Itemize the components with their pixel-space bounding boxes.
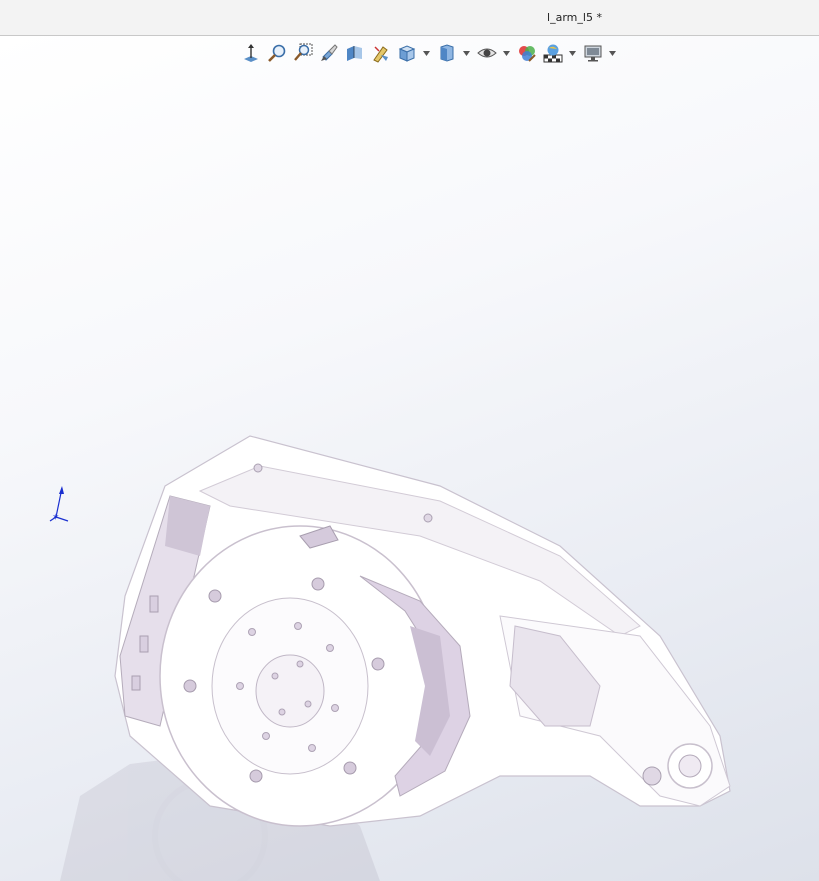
hide-show-items-dropdown-icon[interactable] xyxy=(502,42,510,64)
apply-scene-icon[interactable] xyxy=(542,42,564,64)
hide-show-items-icon[interactable] xyxy=(476,42,498,64)
previous-view-icon[interactable] xyxy=(318,42,340,64)
view-orientation-dropdown-icon[interactable] xyxy=(422,42,430,64)
view-settings-icon[interactable] xyxy=(582,42,604,64)
document-title: l_arm_l5 * xyxy=(547,11,602,24)
title-bar: l_arm_l5 * xyxy=(0,0,819,36)
coordinate-triad-icon: ✶ xyxy=(49,486,69,523)
view-normal-to-icon[interactable] xyxy=(240,42,262,64)
display-style-icon[interactable] xyxy=(436,42,458,64)
dynamic-annotation-icon[interactable] xyxy=(370,42,392,64)
display-style-dropdown-icon[interactable] xyxy=(462,42,470,64)
edit-appearance-icon[interactable] xyxy=(516,42,538,64)
view-settings-dropdown-icon[interactable] xyxy=(608,42,616,64)
view-orientation-icon[interactable] xyxy=(396,42,418,64)
section-view-icon[interactable] xyxy=(344,42,366,64)
zoom-to-fit-icon[interactable] xyxy=(266,42,288,64)
zoom-to-area-icon[interactable] xyxy=(292,42,314,64)
heads-up-view-toolbar xyxy=(240,41,622,65)
3d-model-arm-bracket[interactable] xyxy=(0,36,819,881)
graphics-area[interactable]: ✶ xyxy=(0,36,819,881)
svg-text:✶: ✶ xyxy=(52,513,60,523)
apply-scene-dropdown-icon[interactable] xyxy=(568,42,576,64)
